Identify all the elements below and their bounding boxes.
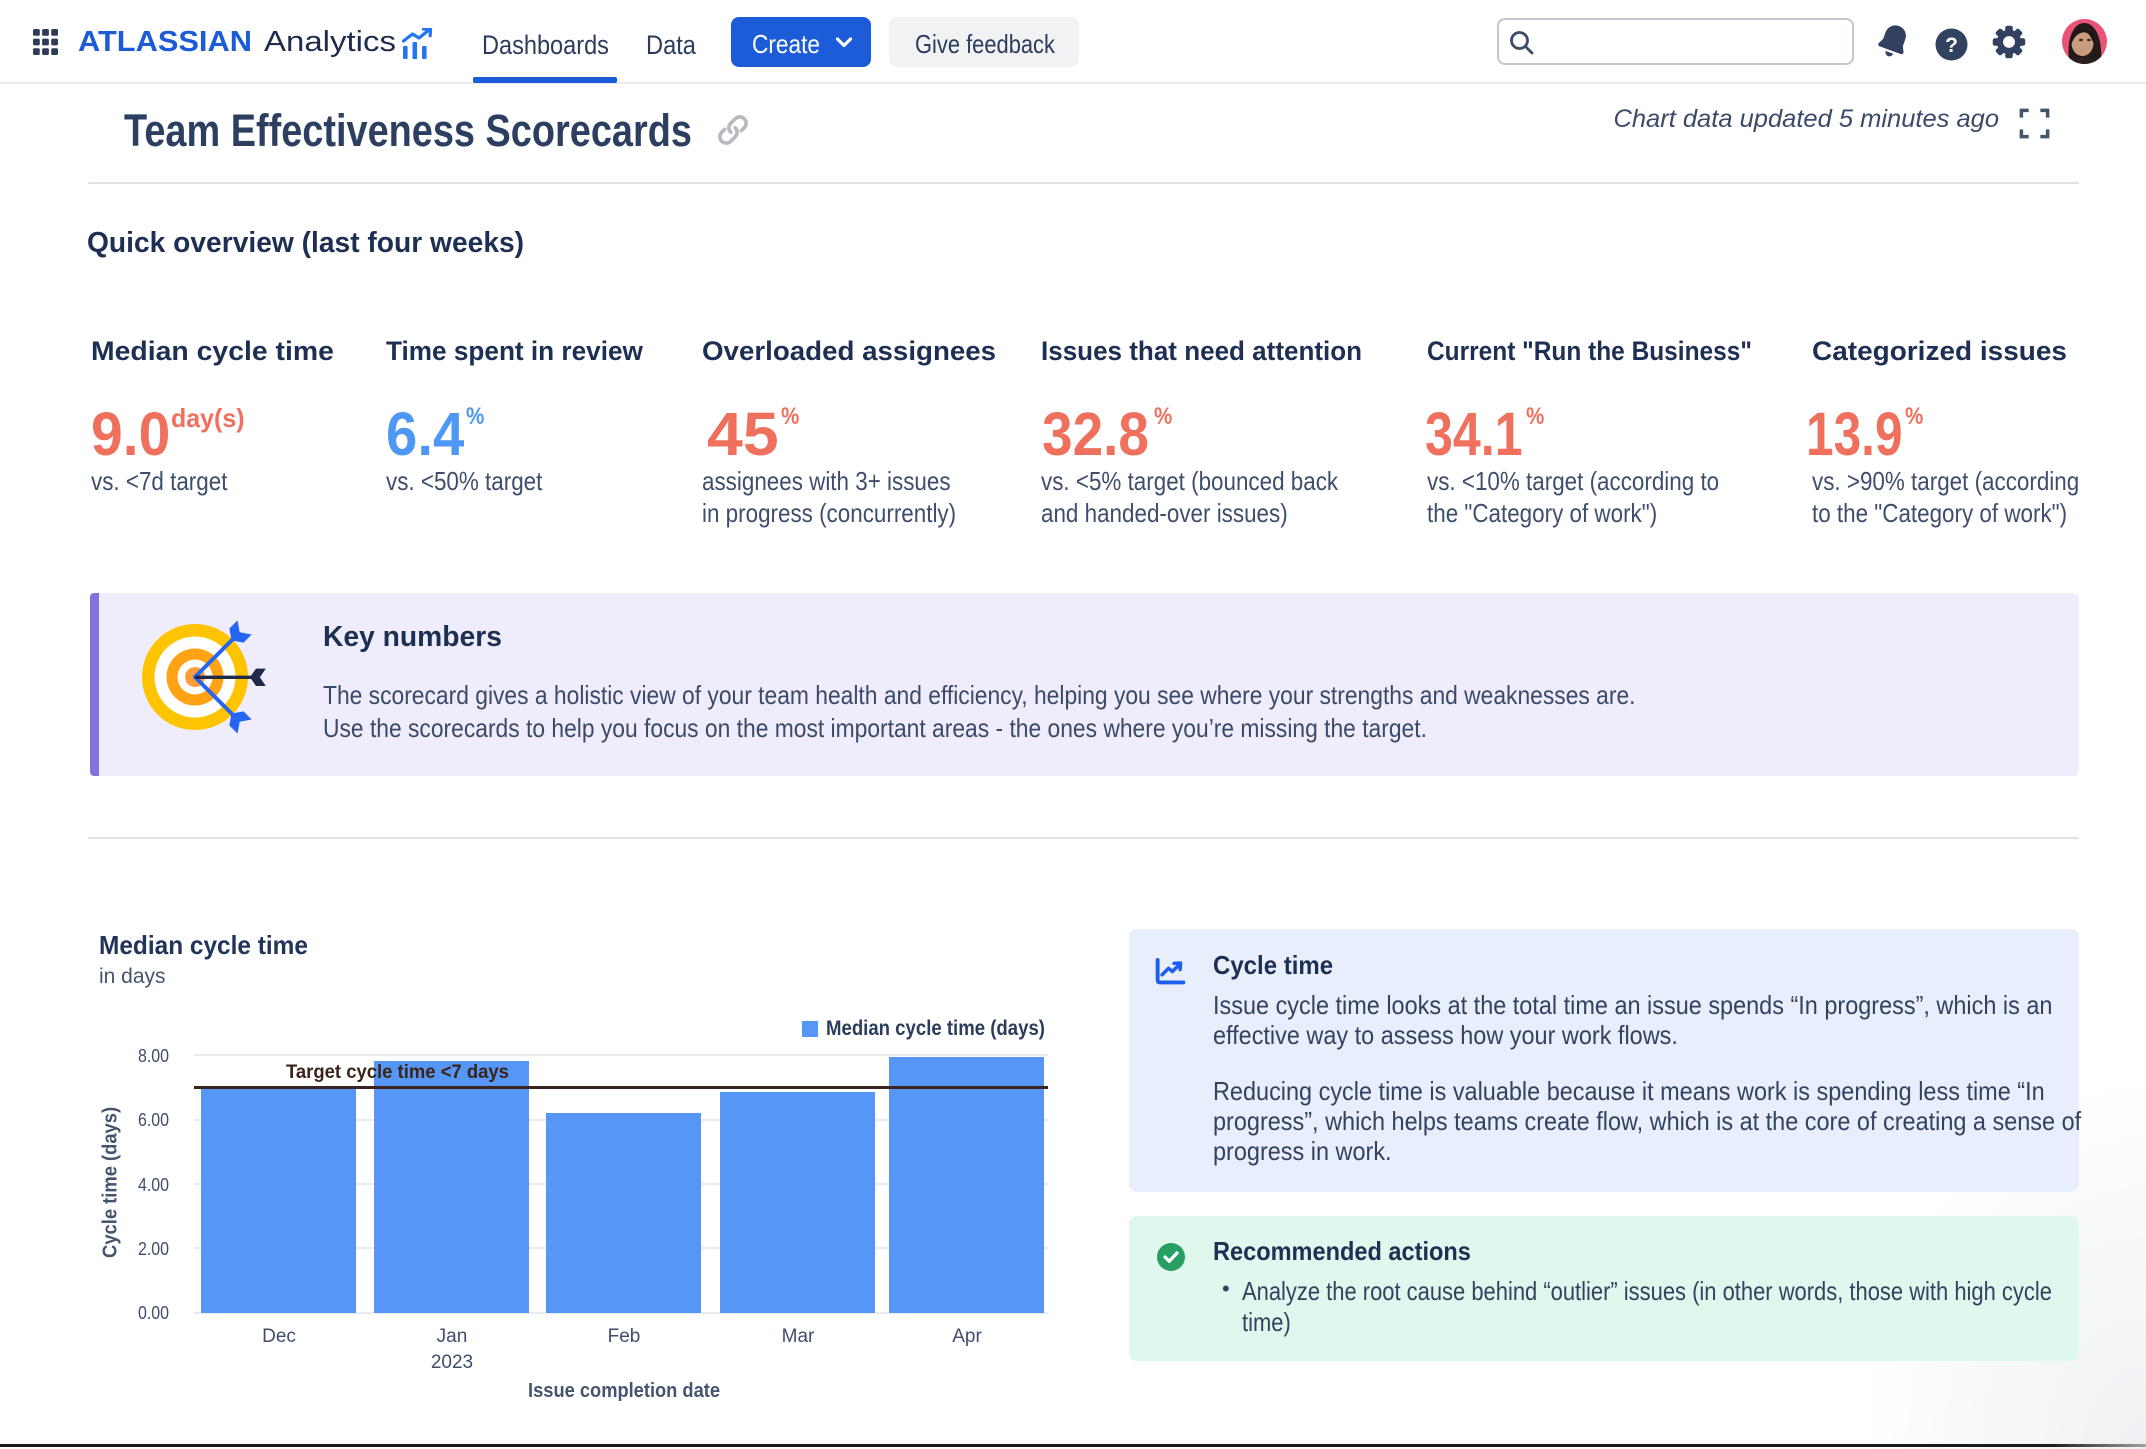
svg-text:?: ? [1945,34,1958,57]
